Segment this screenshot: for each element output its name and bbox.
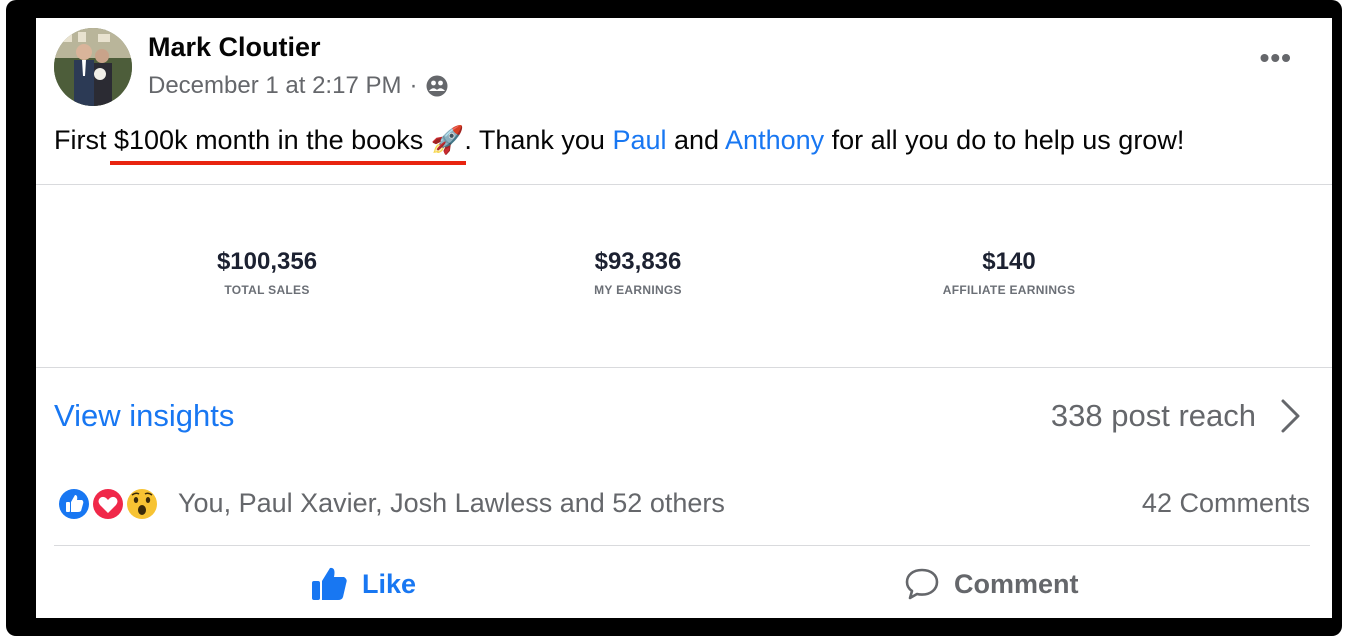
comments-count[interactable]: 42 Comments: [1142, 488, 1310, 519]
stat-my-earnings: $93,836 MY EARNINGS: [518, 248, 758, 297]
stat-value: $140: [982, 248, 1036, 275]
divider: [36, 184, 1332, 185]
stat-label: TOTAL SALES: [224, 283, 310, 297]
divider: [54, 545, 1310, 546]
post-text-start: First: [54, 125, 114, 155]
post-timestamp[interactable]: December 1 at 2:17 PM: [148, 72, 401, 100]
like-label: Like: [362, 568, 417, 599]
stat-value: $100,356: [216, 248, 318, 275]
love-icon: [91, 487, 125, 521]
stat-total-sales: $100,356 TOTAL SALES: [147, 248, 387, 297]
stat-label: AFFILIATE EARNINGS: [942, 283, 1076, 297]
stat-value: $93,836: [594, 248, 682, 275]
avatar[interactable]: [54, 28, 132, 106]
post-text: First $100k month in the books 🚀. Thank …: [54, 124, 1185, 165]
highlighted-text: $100k month in the books: [114, 125, 431, 155]
mention-paul[interactable]: Paul: [612, 125, 666, 155]
reaction-names[interactable]: You, Paul Xavier, Josh Lawless and 52 ot…: [178, 488, 725, 519]
screenshot-frame: Mark Cloutier December 1 at 2:17 PM · ••…: [6, 0, 1342, 636]
post-card: Mark Cloutier December 1 at 2:17 PM · ••…: [36, 18, 1332, 618]
thumbs-up-icon: [312, 567, 347, 600]
more-options-icon[interactable]: •••: [1260, 44, 1292, 72]
comment-label: Comment: [954, 568, 1079, 599]
reaction-icons[interactable]: [56, 486, 162, 522]
earnings-stats-panel: $100,356 TOTAL SALES $93,836 MY EARNINGS…: [36, 186, 1332, 369]
highlighted-phrase: $100k month in the books 🚀: [110, 125, 467, 165]
post-text-middle: . Thank you: [464, 125, 613, 155]
author-name[interactable]: Mark Cloutier: [148, 32, 321, 63]
wow-icon: [125, 487, 159, 521]
rocket-emoji: 🚀: [430, 125, 465, 155]
chevron-right-icon[interactable]: [1278, 398, 1302, 434]
red-underline: [110, 161, 467, 165]
stat-label: MY EARNINGS: [594, 283, 682, 297]
comment-button[interactable]: Comment: [904, 566, 1079, 602]
like-button[interactable]: Like: [310, 566, 416, 602]
post-reach[interactable]: 338 post reach: [1051, 398, 1256, 434]
divider: [36, 367, 1332, 368]
post-text-and: and: [666, 125, 726, 155]
mention-anthony[interactable]: Anthony: [725, 125, 824, 155]
friends-icon: [425, 74, 449, 98]
post-text-end: for all you do to help us grow!: [824, 125, 1185, 155]
stat-affiliate-earnings: $140 AFFILIATE EARNINGS: [889, 248, 1129, 297]
comment-icon: [905, 568, 939, 600]
meta-separator: ·: [409, 72, 418, 99]
post-meta: December 1 at 2:17 PM ·: [148, 72, 449, 100]
view-insights-link[interactable]: View insights: [54, 398, 234, 434]
like-icon: [57, 487, 91, 521]
